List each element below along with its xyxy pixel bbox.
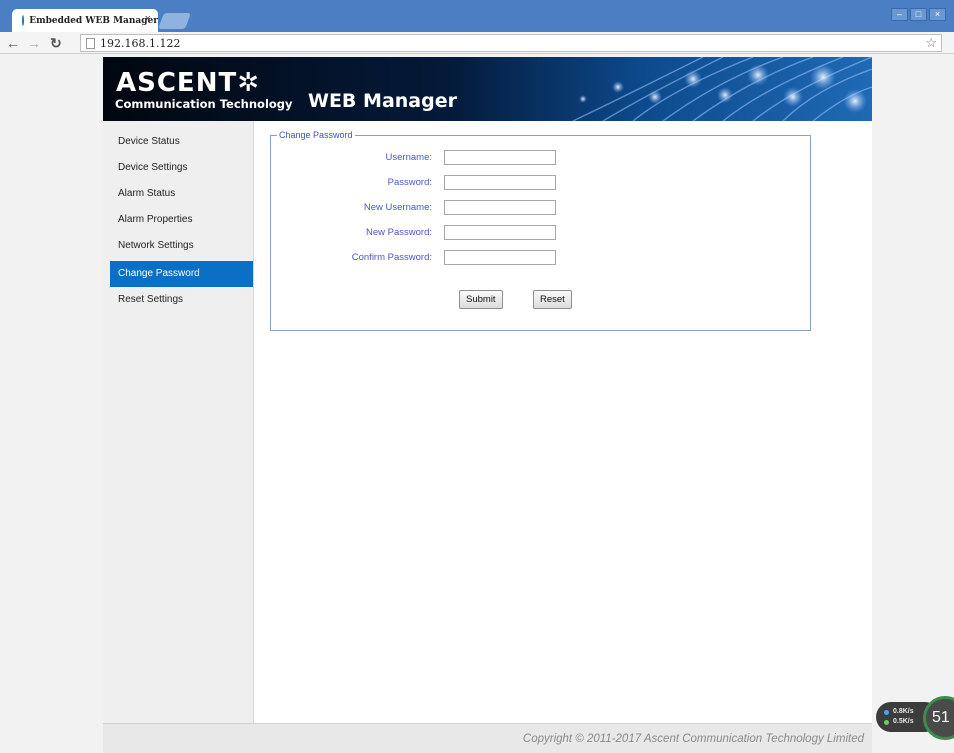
- address-bar[interactable]: 192.168.1.122 ☆: [80, 34, 942, 52]
- reset-button[interactable]: Reset: [533, 290, 572, 309]
- minimize-button[interactable]: –: [891, 8, 908, 21]
- sidebar-item-alarm-properties[interactable]: Alarm Properties: [110, 207, 253, 233]
- username-field[interactable]: [444, 150, 556, 165]
- sidebar-item-network-settings[interactable]: Network Settings: [110, 233, 253, 259]
- logo-subtitle: Communication Technology: [115, 97, 293, 111]
- network-speed-widget[interactable]: 0.8K/s 0.5K/s 51: [876, 696, 954, 740]
- bookmark-star-icon[interactable]: ☆: [925, 35, 937, 51]
- tab-title: Embedded WEB Manager: [29, 15, 158, 26]
- browser-window: Embedded WEB Manager × – □ × ← → ↻ 192.1…: [0, 0, 954, 753]
- tab-close-icon[interactable]: ×: [145, 13, 151, 25]
- password-label: Password:: [387, 177, 432, 188]
- upload-dot-icon: [884, 710, 889, 715]
- new-password-field[interactable]: [444, 225, 556, 240]
- browser-toolbar: ← → ↻ 192.168.1.122 ☆: [0, 32, 954, 54]
- submit-button[interactable]: Submit: [459, 290, 503, 309]
- sidebar-item-change-password[interactable]: Change Password: [110, 261, 253, 287]
- form-legend: Change Password: [277, 130, 355, 141]
- new-username-field[interactable]: [444, 200, 556, 215]
- change-password-form: Change Password Username: Password: New …: [270, 130, 811, 331]
- close-window-button[interactable]: ×: [929, 8, 946, 21]
- new-password-label: New Password:: [366, 227, 432, 238]
- sidebar: Device Status Device Settings Alarm Stat…: [103, 121, 254, 723]
- copyright-text: Copyright © 2011-2017 Ascent Communicati…: [522, 733, 864, 745]
- back-arrow-icon[interactable]: ←: [6, 34, 20, 52]
- reload-icon[interactable]: ↻: [50, 34, 62, 52]
- globe-icon: [22, 15, 25, 26]
- sidebar-item-reset-settings[interactable]: Reset Settings: [110, 287, 253, 313]
- download-speed: 0.5K/s: [893, 718, 914, 725]
- new-username-label: New Username:: [363, 202, 432, 213]
- web-page: ASCENT✲ Communication Technology WEB Man…: [103, 57, 872, 753]
- logo-wordmark: ASCENT: [116, 68, 238, 98]
- browser-titlebar: Embedded WEB Manager × – □ ×: [0, 0, 954, 32]
- new-tab-button[interactable]: [158, 13, 191, 29]
- url-text: 192.168.1.122: [100, 36, 181, 50]
- window-controls: – □ ×: [891, 8, 946, 21]
- maximize-button[interactable]: □: [910, 8, 927, 21]
- upload-speed: 0.8K/s: [893, 708, 914, 715]
- username-label: Username:: [385, 152, 432, 163]
- download-dot-icon: [884, 720, 889, 725]
- password-field[interactable]: [444, 175, 556, 190]
- confirm-password-field[interactable]: [444, 250, 556, 265]
- sidebar-item-device-settings[interactable]: Device Settings: [110, 155, 253, 181]
- browser-tab[interactable]: Embedded WEB Manager ×: [12, 9, 158, 32]
- confirm-password-label: Confirm Password:: [351, 252, 432, 263]
- logo-star-icon: ✲: [237, 68, 260, 98]
- forward-arrow-icon[interactable]: →: [27, 34, 41, 52]
- header-banner: ASCENT✲ Communication Technology WEB Man…: [103, 57, 872, 121]
- page-icon: [86, 37, 95, 49]
- page-title: WEB Manager: [308, 90, 457, 112]
- footer: Copyright © 2011-2017 Ascent Communicati…: [103, 723, 872, 753]
- usage-percent: 51: [923, 696, 954, 740]
- sidebar-item-device-status[interactable]: Device Status: [110, 129, 253, 155]
- sidebar-item-alarm-status[interactable]: Alarm Status: [110, 181, 253, 207]
- ascent-logo: ASCENT✲: [116, 70, 260, 96]
